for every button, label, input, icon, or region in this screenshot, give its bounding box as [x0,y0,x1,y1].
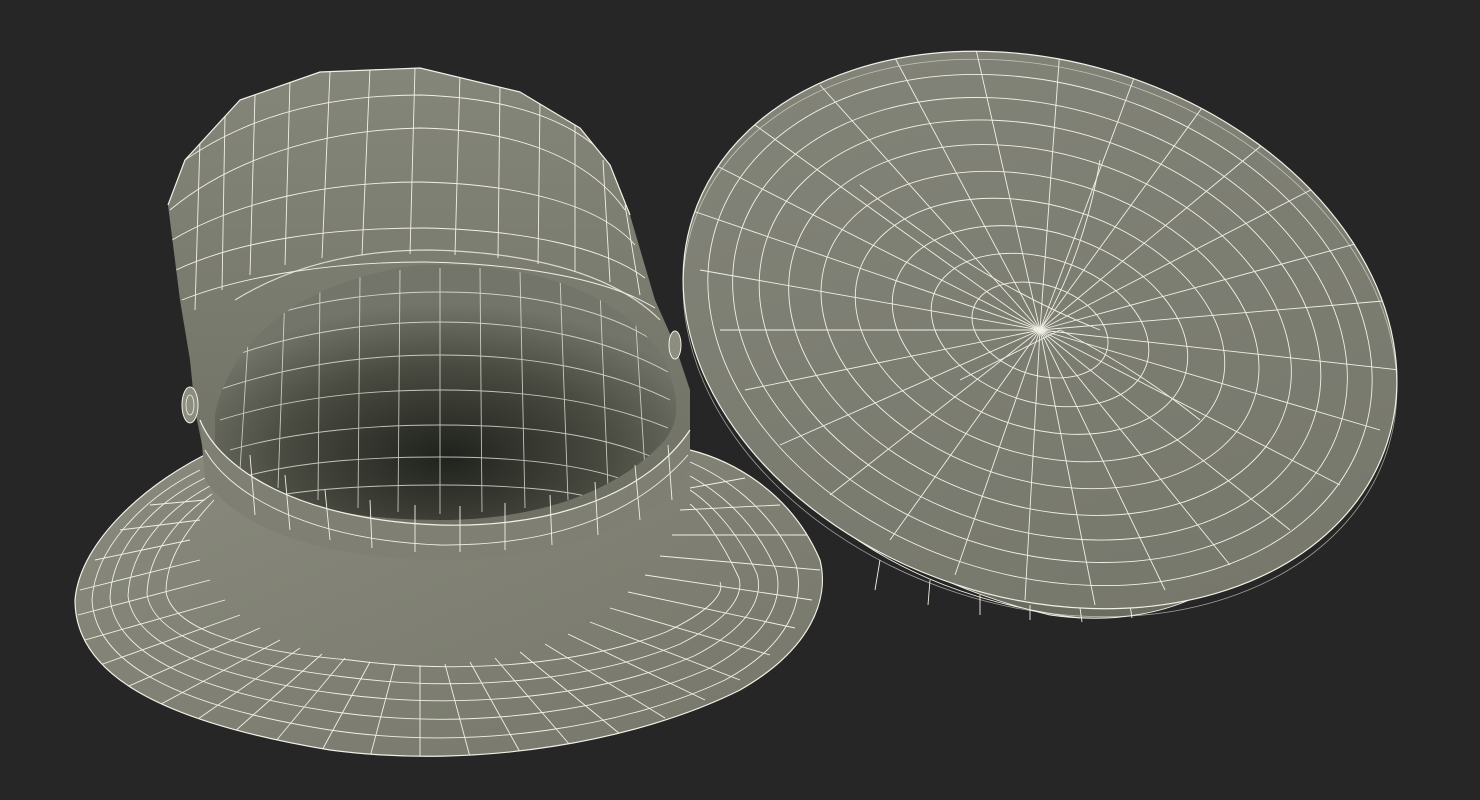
cap-button-left [181,386,199,424]
cap-button-right [668,330,682,360]
peaked-cap-side-view [74,67,823,757]
render-viewport [0,0,1480,800]
wireframe-scene [74,44,1401,757]
